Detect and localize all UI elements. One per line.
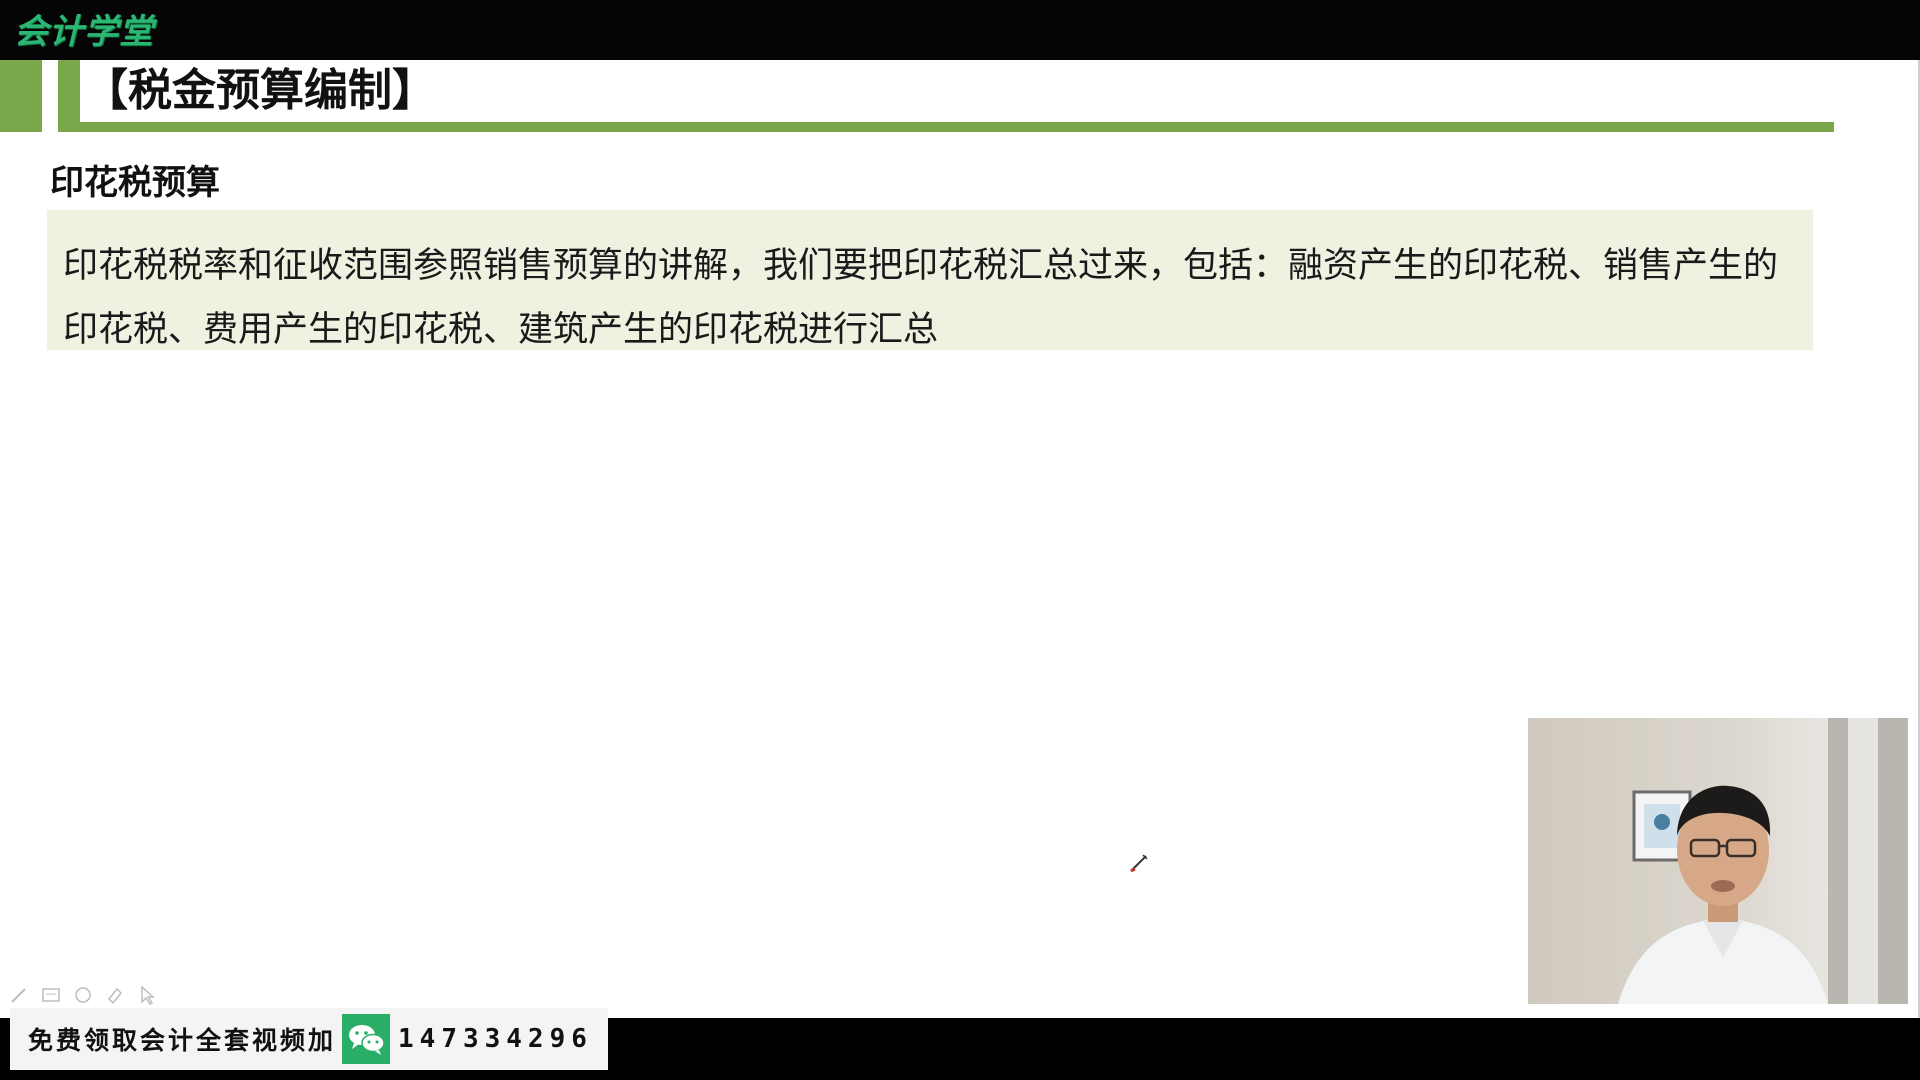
highlighter-icon[interactable] (104, 984, 126, 1006)
promo-banner: 免费领取会计全套视频加 147334296 (10, 1008, 608, 1070)
pen-cursor-icon (1130, 854, 1148, 873)
webcam-video (1528, 718, 1908, 1004)
slide-title: 【税金预算编制】 (84, 65, 436, 116)
title-underline (80, 122, 1834, 132)
wechat-icon (342, 1014, 391, 1064)
body-text-box: 印花税税率和征收范围参照销售预算的讲解，我们要把印花税汇总过来，包括：融资产生的… (47, 210, 1813, 350)
title-accent-bar (58, 60, 80, 132)
section-heading: 印花税预算 (50, 163, 220, 203)
brand-logo: 会计学堂 (14, 12, 154, 52)
promo-number: 147334296 (398, 1024, 593, 1054)
promo-text: 免费领取会计全套视频加 (28, 1026, 337, 1055)
body-text: 印花税税率和征收范围参照销售预算的讲解，我们要把印花税汇总过来，包括：融资产生的… (63, 246, 1779, 350)
whiteboard-icon[interactable] (40, 984, 62, 1006)
pen-icon[interactable] (8, 984, 30, 1006)
title-accent-block (0, 60, 42, 132)
top-bar: 会计学堂 (0, 0, 1920, 60)
eraser-icon[interactable] (72, 984, 94, 1006)
presenter-image (1618, 718, 1908, 1004)
pointer-icon[interactable] (136, 984, 158, 1006)
